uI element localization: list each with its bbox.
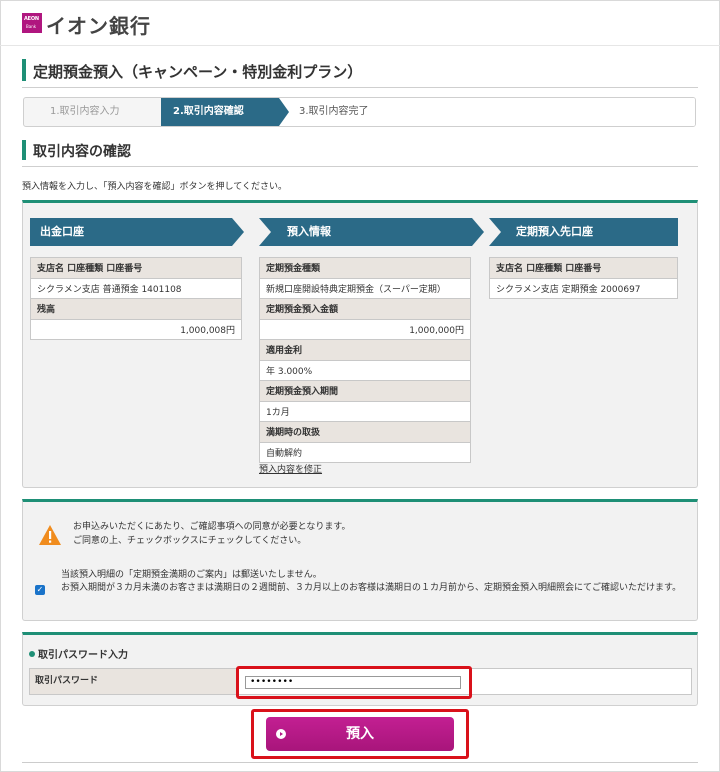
consent-warning: お申込みいただくにあたり、ご確認事項への同意が必要となります。 ご同意の上、チェ… <box>73 520 350 548</box>
deposit-info-table: 定期預金種類 新規口座開設特典定期預金（スーパー定期） 定期預金預入金額 1,0… <box>259 257 471 463</box>
heading-arrow <box>472 218 484 246</box>
balance-label: 残高 <box>30 298 242 320</box>
maturity-handling-value: 自動解約 <box>259 441 471 463</box>
logo-small-top: AEON <box>24 16 39 22</box>
password-label: 取引パスワード <box>30 669 237 694</box>
deposit-term-value: 1カ月 <box>259 400 471 422</box>
page-title: 定期預金預入（キャンペーン・特別金利プラン） <box>33 63 363 81</box>
destination-account-table: 支店名 口座種類 口座番号 シクラメン支店 定期預金 2000697 <box>489 257 678 299</box>
section-divider <box>22 166 698 167</box>
submit-highlight-box <box>251 709 469 759</box>
password-heading-label: 取引パスワード入力 <box>38 650 128 661</box>
edit-deposit-link[interactable]: 預入内容を修正 <box>259 462 322 475</box>
destination-heading-label: 定期預入先口座 <box>516 225 593 238</box>
heading-notch <box>259 218 271 246</box>
heading-arrow <box>232 218 244 246</box>
destination-account-heading: 定期預入先口座 <box>489 218 678 246</box>
source-branch-label: 支店名 口座種類 口座番号 <box>30 257 242 279</box>
password-heading: 取引パスワード入力 <box>29 646 128 661</box>
notice-line-1: 当該預入明細の「定期預金満期のご案内」は郵送いたしません。 <box>61 570 322 580</box>
password-highlight-box <box>236 666 472 699</box>
warning-line-2: ご同意の上、チェックボックスにチェックしてください。 <box>73 536 307 546</box>
intro-text: 預入情報を入力し、「預入内容を確認」ボタンを押してください。 <box>22 182 287 192</box>
balance-value: 1,000,008円 <box>30 318 242 340</box>
deposit-amount-label: 定期預金預入金額 <box>259 298 471 320</box>
logo-text: イオン銀行 <box>46 14 151 38</box>
deposit-info-heading: 預入情報 <box>259 218 484 246</box>
consent-panel <box>22 499 698 621</box>
source-account-table: 支店名 口座種類 口座番号 シクラメン支店 普通預金 1401108 残高 1,… <box>30 257 242 340</box>
step-input: 1.取引内容入力 <box>50 106 120 117</box>
deposit-type-value: 新規口座開設特典定期預金（スーパー定期） <box>259 277 471 299</box>
deposit-amount-value: 1,000,000円 <box>259 318 471 340</box>
interest-rate-value: 年 3.000% <box>259 359 471 381</box>
deposit-type-label: 定期預金種類 <box>259 257 471 279</box>
source-heading-label: 出金口座 <box>40 225 84 238</box>
source-branch-value: シクラメン支店 普通預金 1401108 <box>30 277 242 299</box>
aeon-logo-mark: AEON Bank <box>22 13 42 33</box>
interest-rate-label: 適用金利 <box>259 339 471 361</box>
destination-branch-value: シクラメン支店 定期預金 2000697 <box>489 277 678 299</box>
progress-steps: 1.取引内容入力 2.取引内容確認 3.取引内容完了 <box>23 97 696 127</box>
maturity-handling-label: 満期時の取扱 <box>259 421 471 443</box>
step-complete: 3.取引内容完了 <box>299 98 695 126</box>
source-account-heading: 出金口座 <box>30 218 244 246</box>
warning-icon <box>39 525 61 545</box>
deposit-term-label: 定期預金預入期間 <box>259 380 471 402</box>
footer-divider <box>22 762 698 763</box>
section-accent-bar <box>22 140 26 160</box>
step-confirm-current: 2.取引内容確認 <box>161 98 279 126</box>
consent-notice: 当該預入明細の「定期預金満期のご案内」は郵送いたしません。 お預入期間が３カ月未… <box>61 569 691 594</box>
bullet-icon <box>29 651 35 657</box>
deposit-heading-label: 預入情報 <box>287 225 331 238</box>
title-accent-bar <box>22 59 26 81</box>
warning-line-1: お申込みいただくにあたり、ご確認事項への同意が必要となります。 <box>73 522 351 532</box>
heading-notch <box>489 218 501 246</box>
title-divider <box>22 87 698 88</box>
header: AEON Bank イオン銀行 <box>0 0 720 46</box>
destination-branch-label: 支店名 口座種類 口座番号 <box>489 257 678 279</box>
step-arrow <box>279 98 289 126</box>
section-title: 取引内容の確認 <box>33 144 131 160</box>
notice-line-2: お預入期間が３カ月未満のお客さまは満期日の２週間前、３カ月以上のお客様は満期日の… <box>61 582 682 593</box>
consent-checkbox[interactable]: ✓ <box>35 585 45 595</box>
logo-small-bottom: Bank <box>26 24 37 29</box>
